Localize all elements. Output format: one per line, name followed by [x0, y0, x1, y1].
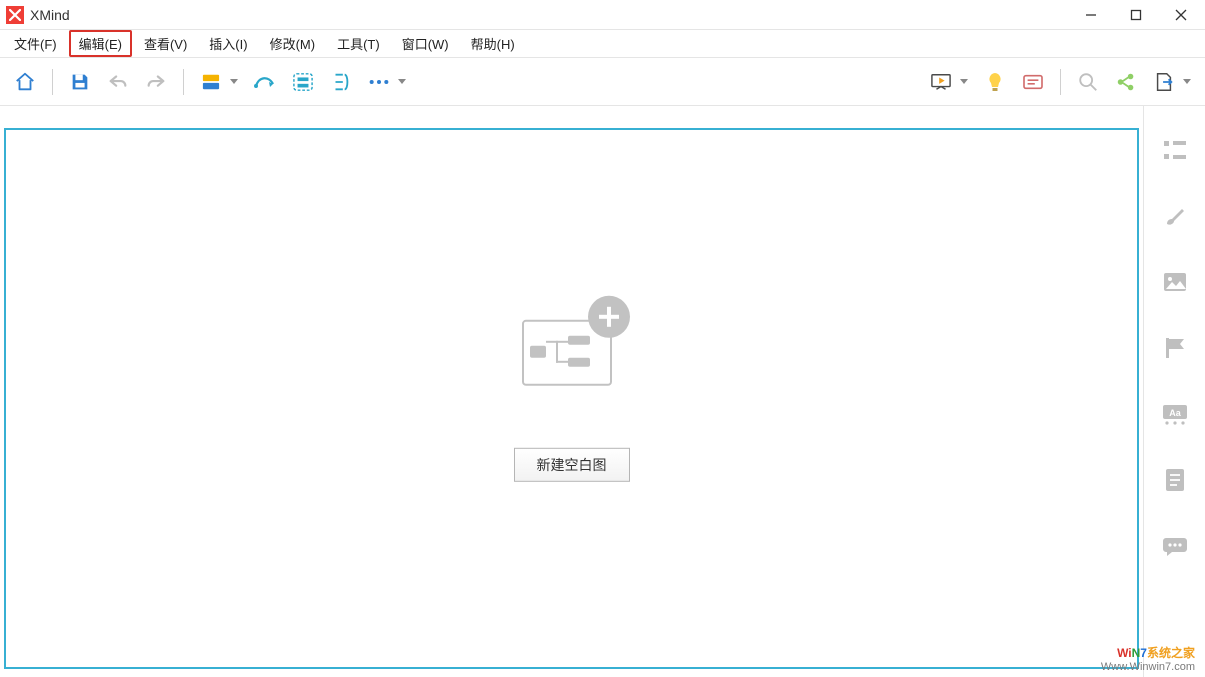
redo-button[interactable]	[139, 65, 173, 99]
canvas[interactable]: 新建空白图	[4, 128, 1139, 669]
close-button[interactable]	[1158, 0, 1203, 30]
presentation-button[interactable]	[924, 65, 974, 99]
toolbar	[0, 58, 1205, 106]
plus-icon	[588, 295, 630, 337]
brush-icon[interactable]	[1153, 190, 1197, 242]
chevron-down-icon	[960, 79, 968, 84]
menu-help[interactable]: 帮助(H)	[461, 30, 525, 57]
separator	[52, 69, 53, 95]
menu-file[interactable]: 文件(F)	[4, 30, 67, 57]
boundary-button[interactable]	[286, 65, 320, 99]
right-sidebar: Aa	[1143, 106, 1205, 677]
notes-icon[interactable]	[1153, 454, 1197, 506]
new-mindmap-icon	[512, 297, 632, 397]
titlebar: XMind	[0, 0, 1205, 30]
separator	[1060, 69, 1061, 95]
app-logo-icon	[6, 6, 24, 24]
canvas-wrap: 新建空白图	[0, 106, 1143, 677]
minimize-button[interactable]	[1068, 0, 1113, 30]
menu-modify[interactable]: 修改(M)	[260, 30, 326, 57]
empty-state: 新建空白图	[512, 297, 632, 481]
image-icon[interactable]	[1153, 256, 1197, 308]
menu-window[interactable]: 窗口(W)	[392, 30, 459, 57]
comments-icon[interactable]	[1153, 520, 1197, 572]
menu-view[interactable]: 查看(V)	[134, 30, 197, 57]
menubar: 文件(F)编辑(E)查看(V)插入(I)修改(M)工具(T)窗口(W)帮助(H)	[0, 30, 1205, 58]
menu-edit[interactable]: 编辑(E)	[69, 30, 132, 57]
app-title: XMind	[30, 7, 70, 23]
outline-icon[interactable]	[1153, 124, 1197, 176]
maximize-button[interactable]	[1113, 0, 1158, 30]
task-button[interactable]	[1016, 65, 1050, 99]
topic-button[interactable]	[194, 65, 244, 99]
share-button[interactable]	[1109, 65, 1143, 99]
separator	[183, 69, 184, 95]
svg-text:Aa: Aa	[1169, 408, 1181, 418]
text-style-icon[interactable]: Aa	[1153, 388, 1197, 440]
export-button[interactable]	[1147, 65, 1197, 99]
home-button[interactable]	[8, 65, 42, 99]
main-area: 新建空白图 Aa	[0, 106, 1205, 677]
menu-tools[interactable]: 工具(T)	[327, 30, 390, 57]
relationship-button[interactable]	[248, 65, 282, 99]
more-button[interactable]	[362, 65, 412, 99]
chevron-down-icon	[398, 79, 406, 84]
flag-icon[interactable]	[1153, 322, 1197, 374]
idea-button[interactable]	[978, 65, 1012, 99]
chevron-down-icon	[230, 79, 238, 84]
save-button[interactable]	[63, 65, 97, 99]
menu-insert[interactable]: 插入(I)	[199, 30, 257, 57]
summary-button[interactable]	[324, 65, 358, 99]
undo-button[interactable]	[101, 65, 135, 99]
chevron-down-icon	[1183, 79, 1191, 84]
zoom-button[interactable]	[1071, 65, 1105, 99]
new-blank-map-button[interactable]: 新建空白图	[514, 447, 630, 481]
